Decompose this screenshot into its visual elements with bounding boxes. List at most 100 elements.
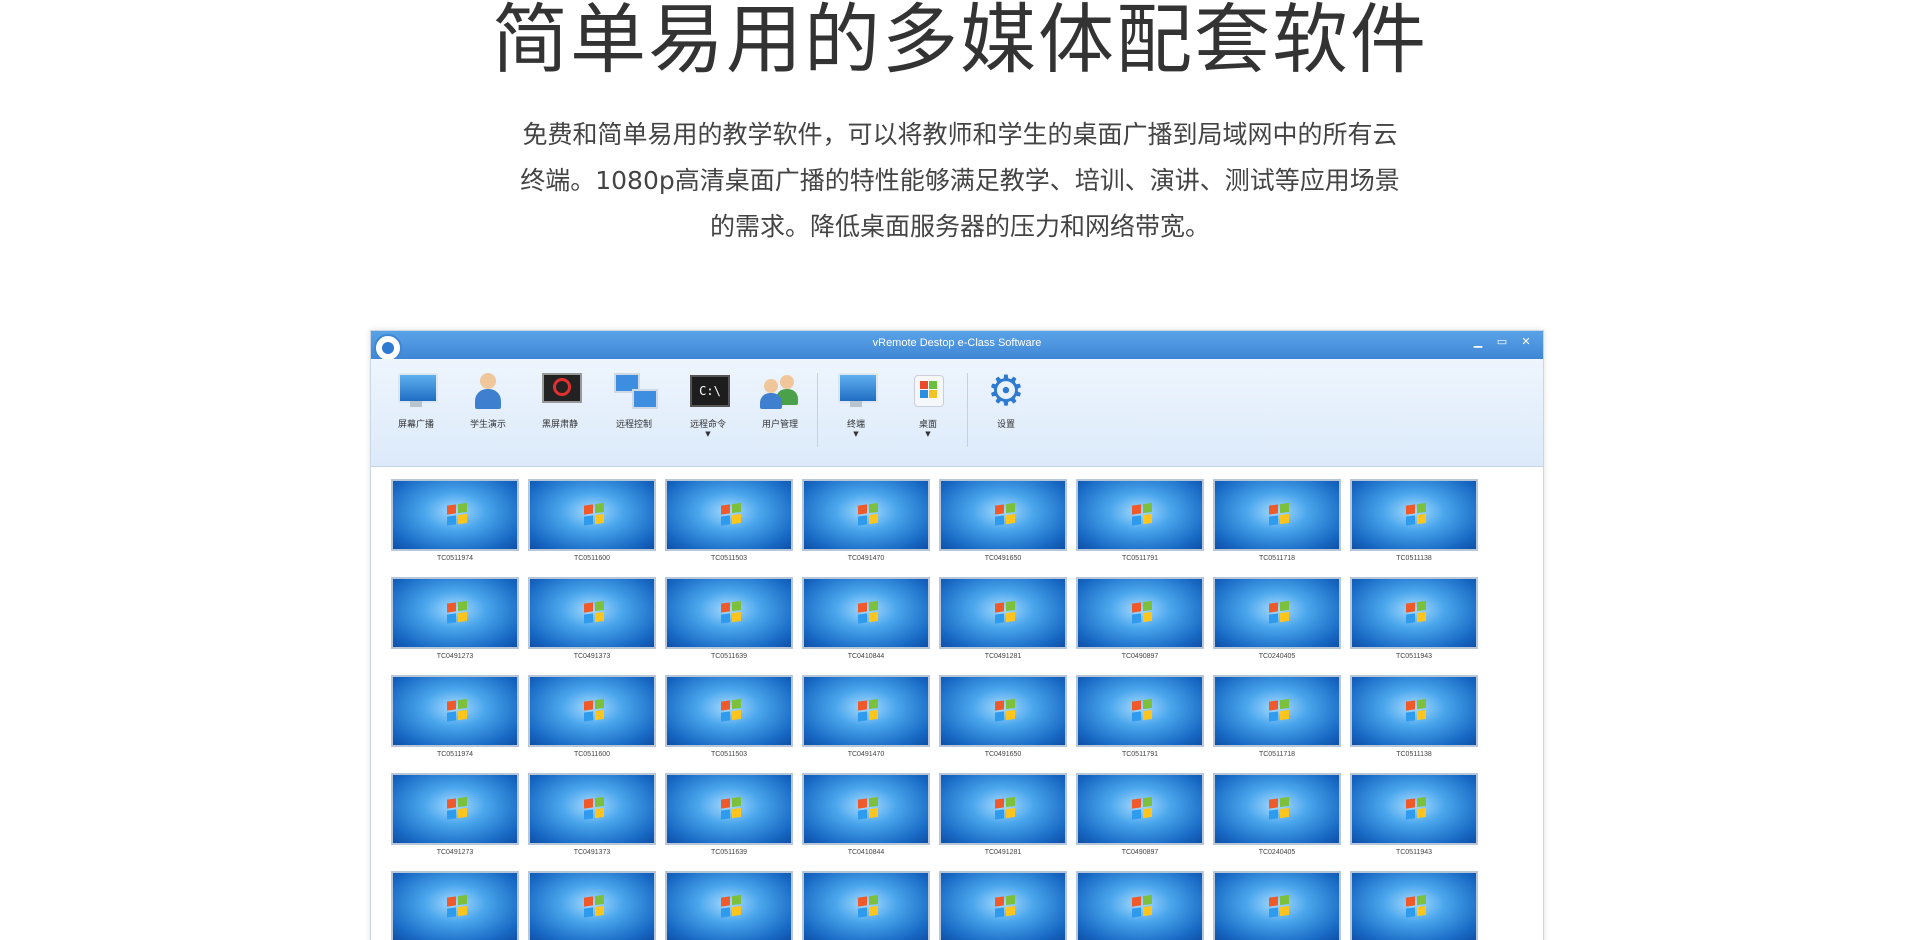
terminal-name: TC0511600	[573, 555, 611, 562]
terminal-thumbnail[interactable]: TC0511503	[665, 479, 793, 569]
toolbar-divider	[817, 373, 818, 447]
terminal-thumbnail[interactable]: TC0490897	[1076, 577, 1204, 667]
terminal-thumbnail[interactable]: TC0511639	[665, 773, 793, 863]
app-logo-icon[interactable]	[374, 334, 402, 362]
terminal-thumbnail[interactable]: TC0491373	[528, 577, 656, 667]
terminal-thumbnail[interactable]: TC0491470	[802, 479, 930, 569]
terminal-thumbnail[interactable]: TC0511974	[391, 871, 519, 940]
terminal-thumbnail[interactable]: TC0511503	[665, 871, 793, 940]
maximize-button[interactable]: ▭	[1493, 335, 1511, 349]
terminal-thumbnail[interactable]: TC0511639	[665, 577, 793, 667]
terminal-thumbnail[interactable]: TC0511791	[1076, 479, 1204, 569]
terminal-thumbnail[interactable]: TC0491273	[391, 577, 519, 667]
desktop-preview	[1213, 773, 1341, 845]
terminal-thumbnail[interactable]: TC0511600	[528, 675, 656, 765]
window-controls: ▁ ▭ ✕	[1469, 335, 1535, 349]
terminal-thumbnail[interactable]: TC0511943	[1350, 773, 1478, 863]
windows-logo-icon	[721, 700, 730, 711]
terminal-thumbnail[interactable]: TC0491650	[939, 675, 1067, 765]
windows-logo-icon	[995, 798, 1004, 809]
terminal-thumbnail[interactable]: TC0511943	[1350, 577, 1478, 667]
terminal-thumbnail[interactable]: TC0491373	[528, 773, 656, 863]
terminal-name: TC0491273	[436, 653, 474, 660]
terminal-thumbnail[interactable]: TC0511503	[665, 675, 793, 765]
desktop-preview	[391, 675, 519, 747]
terminal-thumbnail[interactable]: TC0491650	[939, 871, 1067, 940]
terminal-thumbnail[interactable]: TC0240405	[1213, 773, 1341, 863]
terminal-thumbnail[interactable]: TC0491470	[802, 871, 930, 940]
desktop-preview	[528, 675, 656, 747]
desktop-button[interactable]: 桌面 ▼	[897, 369, 959, 455]
terminal-thumbnail[interactable]: TC0491470	[802, 675, 930, 765]
terminal-name: TC0491373	[573, 849, 611, 856]
chevron-down-icon: ▼	[925, 430, 931, 438]
terminal-thumbnail[interactable]: TC0511974	[391, 675, 519, 765]
windows-logo-icon	[1269, 602, 1278, 613]
desktop-preview	[1076, 871, 1204, 940]
terminal-thumbnail[interactable]: TC0511600	[528, 479, 656, 569]
desktop-preview	[939, 871, 1067, 940]
settings-button[interactable]: ⚙ 设置	[975, 369, 1037, 455]
desktop-preview	[391, 773, 519, 845]
terminal-thumbnail[interactable]: TC0511974	[391, 479, 519, 569]
windows-logo-icon	[995, 700, 1004, 711]
desktop-preview	[802, 871, 930, 940]
terminal-name: TC0511791	[1121, 555, 1159, 562]
minimize-button[interactable]: ▁	[1469, 335, 1487, 349]
terminal-thumbnail[interactable]: TC0491281	[939, 577, 1067, 667]
desktop-preview	[1350, 577, 1478, 649]
desktop-preview	[1076, 675, 1204, 747]
terminal-thumbnail[interactable]: TC0240405	[1213, 577, 1341, 667]
terminal-thumbnail[interactable]: TC0410844	[802, 577, 930, 667]
terminal-thumbnail[interactable]: TC0491281	[939, 773, 1067, 863]
terminal-thumbnail[interactable]: TC0511138	[1350, 675, 1478, 765]
terminal-thumbnail[interactable]: TC0511600	[528, 871, 656, 940]
terminal-thumbnail[interactable]: TC0511718	[1213, 479, 1341, 569]
desktop-preview	[802, 479, 930, 551]
terminal-thumbnail[interactable]: TC0511138	[1350, 479, 1478, 569]
windows-logo-icon	[1132, 798, 1141, 809]
remote-control-button[interactable]: 远程控制	[603, 369, 665, 455]
desktop-preview	[939, 773, 1067, 845]
windows-logo-icon	[584, 896, 593, 907]
desktop-preview	[528, 871, 656, 940]
terminal-thumbnail[interactable]: TC0491650	[939, 479, 1067, 569]
terminal-thumbnail[interactable]: TC0511718	[1213, 871, 1341, 940]
terminal-thumbnail[interactable]: TC0511718	[1213, 675, 1341, 765]
remote-command-button[interactable]: 远程命令 ▼	[677, 369, 739, 455]
remote-control-icon	[612, 369, 658, 413]
terminal-thumbnail[interactable]: TC0511791	[1076, 675, 1204, 765]
windows-logo-icon	[584, 602, 593, 613]
terminal-button[interactable]: 终端 ▼	[825, 369, 887, 455]
black-screen-button[interactable]: 黑屏肃静	[529, 369, 591, 455]
windows-desktop-icon	[906, 369, 950, 413]
desktop-preview	[1076, 773, 1204, 845]
terminal-thumbnail[interactable]: TC0511138	[1350, 871, 1478, 940]
desktop-preview	[391, 577, 519, 649]
windows-logo-icon	[584, 798, 593, 809]
window-titlebar[interactable]: vRemote Destop e-Class Software ▁ ▭ ✕	[371, 331, 1543, 359]
terminal-thumbnail[interactable]: TC0511791	[1076, 871, 1204, 940]
student-demo-button[interactable]: 学生演示	[457, 369, 519, 455]
screen-broadcast-button[interactable]: 屏幕广播	[385, 369, 447, 455]
windows-logo-icon	[1132, 896, 1141, 907]
desktop-preview	[528, 773, 656, 845]
terminal-thumbnail[interactable]: TC0410844	[802, 773, 930, 863]
terminal-name: TC0511974	[436, 555, 474, 562]
windows-logo-icon	[447, 700, 456, 711]
terminal-name: TC0511791	[1121, 751, 1159, 758]
windows-logo-icon	[858, 798, 867, 809]
terminal-thumbnail[interactable]: TC0490897	[1076, 773, 1204, 863]
windows-logo-icon	[721, 798, 730, 809]
user-management-button[interactable]: 用户管理	[749, 369, 811, 455]
desktop-preview	[665, 675, 793, 747]
terminal-name: TC0491650	[984, 751, 1022, 758]
windows-logo-icon	[447, 504, 456, 515]
windows-logo-icon	[721, 602, 730, 613]
desktop-preview	[1076, 577, 1204, 649]
terminal-thumbnail[interactable]: TC0491273	[391, 773, 519, 863]
chevron-down-icon: ▼	[705, 430, 711, 438]
gear-icon: ⚙	[987, 366, 1025, 415]
close-button[interactable]: ✕	[1517, 335, 1535, 349]
windows-logo-icon	[1406, 602, 1415, 613]
